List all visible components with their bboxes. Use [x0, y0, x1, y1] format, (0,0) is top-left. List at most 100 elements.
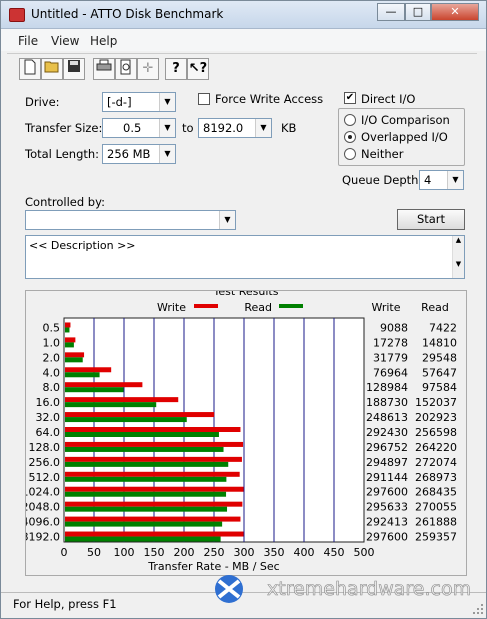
print-icon [96, 59, 112, 71]
write-bar [65, 531, 244, 537]
legend-write-swatch [194, 304, 218, 308]
controlled-by-select[interactable]: ▼ [25, 210, 236, 230]
io-option-radio[interactable] [344, 114, 356, 126]
kb-label: KB [281, 121, 297, 135]
watermark-logo-icon [215, 575, 243, 603]
menu-view[interactable]: View [51, 34, 79, 48]
write-value: 128984 [366, 381, 408, 394]
read-bar [65, 536, 221, 542]
chevron-down-icon: ▼ [447, 171, 463, 189]
total-length-value: 256 MB [107, 147, 151, 161]
write-bar [65, 456, 242, 462]
drive-label: Drive: [25, 95, 60, 109]
write-value: 31779 [373, 351, 408, 364]
y-tick-label: 2048.0 [26, 501, 60, 514]
write-bar [65, 397, 179, 403]
transfer-from-value: 0.5 [123, 121, 142, 135]
total-length-select[interactable]: 256 MB ▼ [102, 144, 176, 164]
description-scrollbar[interactable]: ▲ ▼ [452, 236, 464, 278]
write-value: 291144 [366, 471, 408, 484]
minimize-button[interactable]: — [377, 3, 405, 21]
y-tick-label: 64.0 [36, 426, 61, 439]
read-bar [65, 491, 227, 497]
write-column-header: Write [371, 301, 400, 314]
x-tick-label: 200 [174, 546, 195, 559]
test-results-group: Test Results Write Read Write Read 0 50 100 150 2… [22, 285, 467, 576]
write-value: 17278 [373, 336, 408, 349]
io-option-radio[interactable] [344, 131, 356, 143]
x-tick-label: 500 [354, 546, 375, 559]
y-tick-label: 256.0 [29, 456, 61, 469]
results-chart: Test Results Write Read Write Read 0 50 100 150 2… [22, 285, 458, 573]
menu-file[interactable]: File [18, 34, 38, 48]
force-write-label: Force Write Access [215, 92, 324, 106]
print-preview-button[interactable] [115, 58, 137, 80]
y-tick-label: 1024.0 [26, 486, 60, 499]
force-write-checkbox[interactable] [198, 93, 210, 105]
minimize-icon: — [385, 5, 397, 18]
x-tick-label: 0 [61, 546, 68, 559]
read-value: 259357 [415, 531, 457, 544]
write-value: 294897 [366, 456, 408, 469]
transfer-size-to-select[interactable]: 8192.0 ▼ [198, 118, 272, 138]
write-bar [65, 516, 241, 522]
close-icon: ✕ [450, 5, 460, 18]
scroll-down-icon: ▼ [455, 260, 462, 268]
write-bar [65, 441, 244, 447]
move-icon: ✛ [142, 61, 154, 76]
read-value: 268435 [415, 486, 457, 499]
start-label: Start [416, 212, 446, 226]
y-tick-label: 4.0 [43, 366, 61, 379]
write-bar [65, 367, 112, 373]
resize-grip-icon[interactable] [472, 603, 484, 615]
open-button[interactable] [41, 58, 63, 80]
x-tick-label: 400 [294, 546, 315, 559]
help-button[interactable]: ? [165, 58, 187, 80]
read-bar [65, 327, 70, 333]
write-bar [65, 427, 241, 432]
write-value: 188730 [366, 396, 408, 409]
move-button[interactable]: ✛ [137, 58, 159, 80]
read-value: 152037 [415, 396, 457, 409]
save-button[interactable] [63, 58, 85, 80]
y-tick-label: 8.0 [43, 381, 61, 394]
new-button[interactable] [19, 58, 41, 80]
io-option-radio[interactable] [344, 148, 356, 160]
context-help-button[interactable]: ↖? [187, 58, 209, 80]
read-bar [65, 402, 157, 408]
y-tick-label: 8192.0 [26, 531, 60, 544]
write-value: 296752 [366, 441, 408, 454]
y-tick-label: 2.0 [43, 351, 61, 364]
chevron-down-icon: ▼ [219, 211, 235, 229]
read-bar [65, 357, 83, 363]
read-value: 261888 [415, 516, 457, 529]
read-value: 264220 [415, 441, 457, 454]
start-button[interactable]: Start [397, 209, 465, 230]
maximize-icon: □ [412, 5, 424, 18]
write-bar [65, 412, 215, 418]
transfer-to-value: 8192.0 [203, 121, 244, 135]
direct-io-checkbox[interactable]: ✔ [344, 92, 356, 104]
write-value: 297600 [366, 531, 408, 544]
read-column-header: Read [421, 301, 449, 314]
to-label: to [182, 121, 194, 135]
read-bar [65, 387, 124, 393]
io-option-label: Neither [361, 147, 404, 161]
y-tick-label: 32.0 [36, 411, 61, 424]
status-text: For Help, press F1 [13, 597, 117, 611]
description-textarea[interactable]: << Description >> ▲ ▼ [25, 235, 465, 279]
menu-help[interactable]: Help [90, 34, 117, 48]
close-button[interactable]: ✕ [431, 3, 479, 21]
chevron-down-icon: ▼ [159, 119, 175, 137]
write-bar [65, 471, 240, 477]
queue-depth-select[interactable]: 4 ▼ [419, 170, 464, 190]
y-tick-label: 0.5 [43, 321, 61, 334]
open-folder-icon [44, 61, 59, 73]
read-value: 97584 [422, 381, 457, 394]
read-bar [65, 372, 100, 378]
print-button[interactable] [93, 58, 115, 80]
transfer-size-from-select[interactable]: 0.5 ▼ [102, 118, 176, 138]
drive-select[interactable]: [-d-] ▼ [102, 92, 176, 112]
maximize-button[interactable]: □ [405, 3, 431, 21]
y-tick-label: 4096.0 [26, 516, 60, 529]
